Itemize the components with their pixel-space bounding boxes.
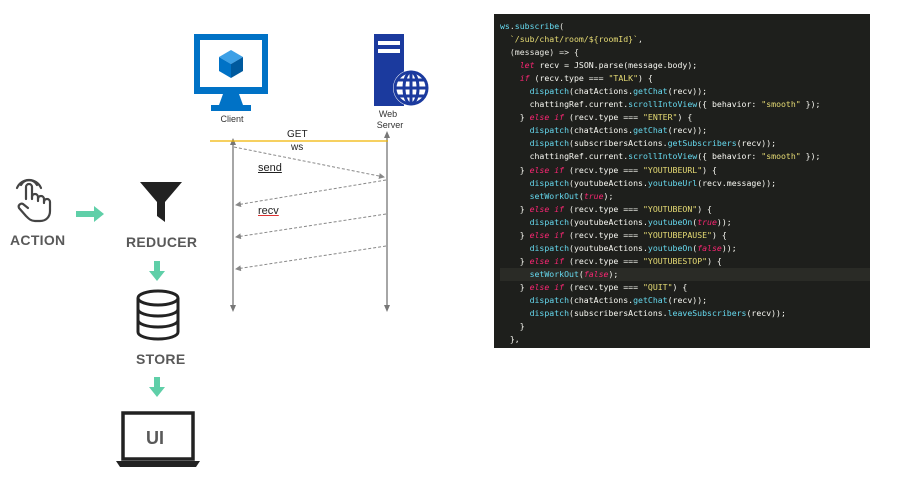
ws-arrow bbox=[233, 146, 385, 179]
code-line: if (recv.type === "TALK") { bbox=[500, 73, 653, 84]
code-line: setWorkOut(false); bbox=[500, 267, 870, 281]
code-line: setWorkOut(true); bbox=[500, 190, 614, 201]
code-line: } else if (recv.type === "QUIT") { bbox=[500, 281, 688, 292]
recv-arrow bbox=[235, 213, 387, 240]
code-line: (message) => { bbox=[500, 47, 579, 58]
store-label: STORE bbox=[136, 351, 186, 367]
arrow-down-icon bbox=[149, 261, 165, 281]
code-line: } else if (recv.type === "YOUTUBEON") { bbox=[500, 203, 712, 214]
code-line: chattingRef.current.scrollIntoView({ beh… bbox=[500, 151, 821, 162]
code-line: dispatch(youtubeActions.youtubeOn(false)… bbox=[500, 242, 737, 253]
reducer-label: REDUCER bbox=[126, 234, 198, 250]
code-line: dispatch(subscribersActions.leaveSubscri… bbox=[500, 308, 786, 319]
code-line: dispatch(chatActions.getChat(recv)); bbox=[500, 86, 708, 97]
send-label: send bbox=[258, 162, 282, 174]
sequence-diagram: Client Web Server GET ws send recv bbox=[190, 20, 430, 320]
ui-label: UI bbox=[146, 428, 164, 448]
get-label: GET bbox=[287, 129, 308, 140]
arrow-right-icon bbox=[76, 206, 104, 222]
code-line: ws.subscribe( bbox=[500, 21, 565, 31]
recv-label: recv bbox=[258, 205, 279, 217]
action-label: ACTION bbox=[10, 232, 66, 248]
code-editor-panel: ws.subscribe( `/sub/chat/room/${roomId}`… bbox=[494, 14, 870, 348]
code-block: ws.subscribe( `/sub/chat/room/${roomId}`… bbox=[494, 14, 870, 346]
code-line: } else if (recv.type === "YOUTUBESTOP") … bbox=[500, 255, 722, 266]
database-icon bbox=[136, 289, 180, 341]
code-line: dispatch(chatActions.getChat(recv)); bbox=[500, 125, 708, 136]
sequence-lines bbox=[210, 131, 390, 312]
ws-label: ws bbox=[291, 142, 304, 153]
code-line: }, bbox=[500, 334, 520, 345]
code-line: } bbox=[500, 321, 525, 332]
code-line: let recv = JSON.parse(message.body); bbox=[500, 60, 698, 71]
send-arrow bbox=[235, 179, 387, 208]
funnel-icon bbox=[140, 182, 182, 222]
code-line: dispatch(youtubeActions.youtubeOn(true))… bbox=[500, 216, 732, 227]
code-line: chattingRef.current.scrollIntoView({ beh… bbox=[500, 99, 821, 110]
arrow-down-icon bbox=[149, 377, 165, 397]
code-line: dispatch(chatActions.getChat(recv)); bbox=[500, 294, 708, 305]
hand-tap-icon bbox=[15, 178, 52, 223]
code-line: } else if (recv.type === "YOUTUBEPAUSE")… bbox=[500, 229, 727, 240]
code-line: dispatch(youtubeActions.youtubeUrl(recv.… bbox=[500, 177, 777, 188]
message-arrow bbox=[235, 245, 387, 272]
code-line: `/sub/chat/room/${roomId}`, bbox=[500, 34, 643, 45]
code-line: dispatch(subscribersActions.getSubscribe… bbox=[500, 138, 777, 149]
code-line: } else if (recv.type === "YOUTUBEURL") { bbox=[500, 164, 717, 175]
code-line: } else if (recv.type === "ENTER") { bbox=[500, 112, 693, 123]
